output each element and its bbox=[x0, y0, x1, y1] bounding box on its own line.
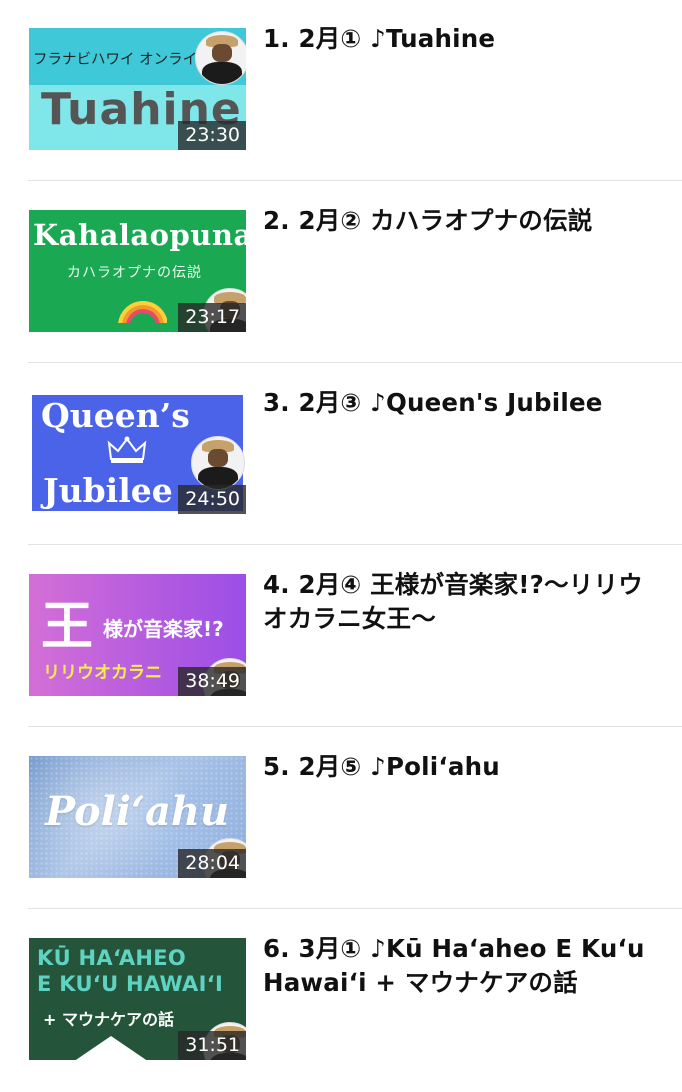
thumbnail-subtitle: リリウオカラニ bbox=[43, 663, 162, 683]
video-title[interactable]: 5. 2月⑤ ♪Poliʻahu bbox=[263, 750, 663, 784]
divider bbox=[28, 362, 682, 363]
video-item[interactable]: KŪ HAʻAHEO E KUʻU HAWAIʻI + マウナケアの話 31:5… bbox=[0, 910, 682, 1092]
divider bbox=[28, 726, 682, 727]
video-thumbnail[interactable]: Queen’s Jubilee 24:50 bbox=[29, 392, 246, 514]
video-thumbnail[interactable]: 王 様が音楽家!? リリウオカラニ 38:49 bbox=[29, 574, 246, 696]
divider bbox=[28, 544, 682, 545]
video-item[interactable]: 王 様が音楽家!? リリウオカラニ 38:49 4. 2月④ 王様が音楽家!?〜… bbox=[0, 546, 682, 728]
rainbow-icon bbox=[113, 296, 167, 323]
video-title[interactable]: 4. 2月④ 王様が音楽家!?〜リリウオカラニ女王〜 bbox=[263, 568, 663, 636]
video-title[interactable]: 2. 2月② カハラオプナの伝説 bbox=[263, 204, 663, 238]
duration-badge: 28:04 bbox=[178, 849, 246, 878]
mountain-shape bbox=[67, 1036, 155, 1060]
video-thumbnail[interactable]: KŪ HAʻAHEO E KUʻU HAWAIʻI + マウナケアの話 31:5… bbox=[29, 938, 246, 1060]
thumbnail-title: KŪ HAʻAHEO bbox=[37, 946, 187, 970]
thumbnail-title: Kahalaopuna bbox=[33, 218, 246, 252]
thumbnail-title: Poliʻahu bbox=[45, 788, 230, 835]
video-item[interactable]: Poliʻahu 28:04 5. 2月⑤ ♪Poliʻahu bbox=[0, 728, 682, 910]
thumbnail-subtitle: カハラオプナの伝説 bbox=[67, 265, 202, 281]
video-title[interactable]: 6. 3月① ♪Kū Haʻaheo E Kuʻu Hawaiʻi + マウナケ… bbox=[263, 932, 663, 1000]
presenter-avatar bbox=[195, 31, 246, 85]
duration-badge: 31:51 bbox=[178, 1031, 246, 1060]
video-item[interactable]: Kahalaopuna カハラオプナの伝説 23:17 2. 2月② カハラオプ… bbox=[0, 182, 682, 364]
crown-icon bbox=[107, 436, 147, 463]
duration-badge: 38:49 bbox=[178, 667, 246, 696]
thumbnail-subtitle: + マウナケアの話 bbox=[43, 1010, 174, 1029]
thumbnail-title: E KUʻU HAWAIʻI bbox=[37, 972, 224, 996]
divider bbox=[28, 180, 682, 181]
video-title[interactable]: 3. 2月③ ♪Queen's Jubilee bbox=[263, 386, 663, 420]
video-thumbnail[interactable]: Poliʻahu 28:04 bbox=[29, 756, 246, 878]
video-thumbnail[interactable]: フラナビハワイ オンラインセミナー Tuahine 23:30 bbox=[29, 28, 246, 150]
thumbnail-title: Queen’s bbox=[41, 396, 190, 435]
presenter-avatar bbox=[191, 436, 245, 490]
duration-badge: 23:30 bbox=[178, 121, 246, 150]
video-list: フラナビハワイ オンラインセミナー Tuahine 23:30 1. 2月① ♪… bbox=[0, 0, 682, 1088]
thumbnail-title: Jubilee bbox=[43, 471, 173, 510]
thumbnail-title: 王 bbox=[41, 597, 94, 657]
thumbnail-title: 様が音楽家!? bbox=[103, 617, 224, 641]
video-item[interactable]: フラナビハワイ オンラインセミナー Tuahine 23:30 1. 2月① ♪… bbox=[0, 0, 682, 182]
video-title[interactable]: 1. 2月① ♪Tuahine bbox=[263, 22, 663, 56]
divider bbox=[28, 908, 682, 909]
video-item[interactable]: Queen’s Jubilee 24:50 3. 2月③ ♪Queen's Ju… bbox=[0, 364, 682, 546]
duration-badge: 23:17 bbox=[178, 303, 246, 332]
duration-badge: 24:50 bbox=[178, 485, 246, 514]
video-thumbnail[interactable]: Kahalaopuna カハラオプナの伝説 23:17 bbox=[29, 210, 246, 332]
